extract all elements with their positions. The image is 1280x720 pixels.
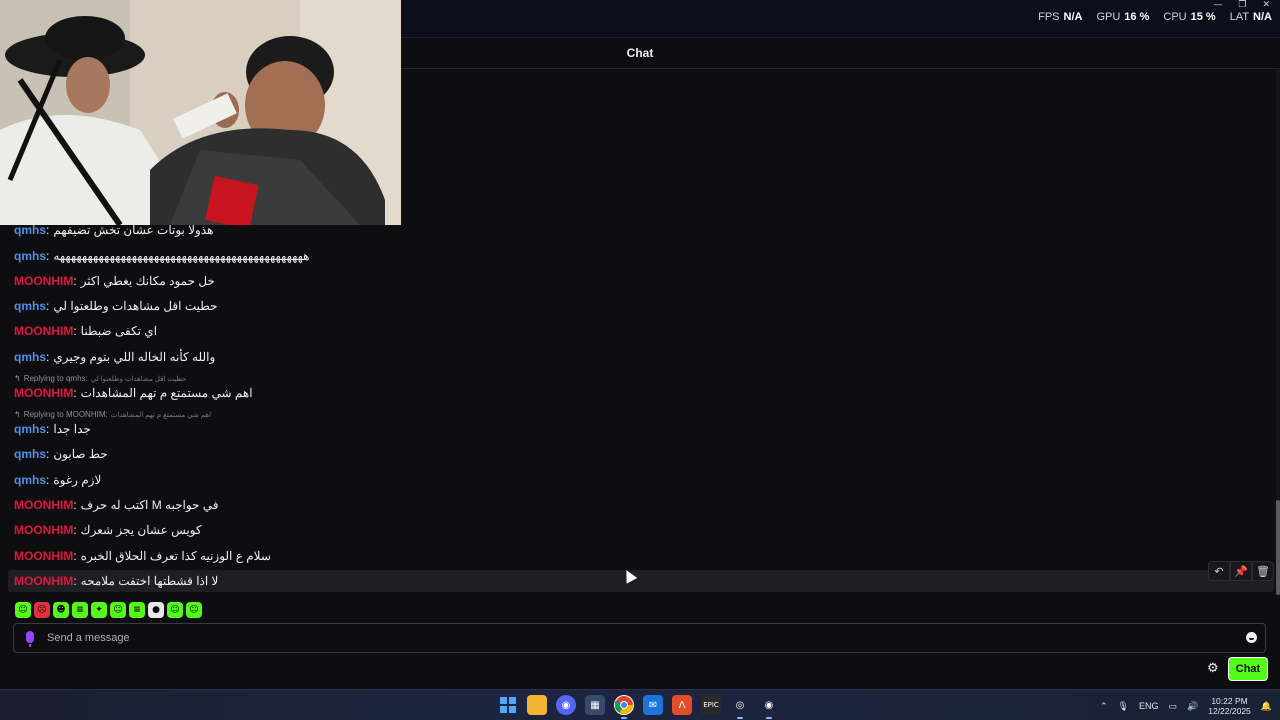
latency-stat: LAT N/A bbox=[1229, 11, 1272, 23]
emote-icon[interactable]: ☻ bbox=[53, 602, 69, 618]
message-text: هذولا بوتات عشان تخش تضيفهم bbox=[53, 223, 214, 237]
steelseries-icon[interactable]: ◎ bbox=[730, 695, 750, 719]
emote-icon[interactable]: ≡ bbox=[129, 602, 145, 618]
message-text: كويس عشان يجز شعرك bbox=[80, 523, 202, 537]
message-text: حط صابون bbox=[53, 447, 108, 461]
gear-icon[interactable]: ⚙ bbox=[1207, 662, 1221, 676]
fps-stat: FPS N/A bbox=[1038, 11, 1083, 23]
emote-icon[interactable]: ✦ bbox=[91, 602, 107, 618]
username[interactable]: qmhs bbox=[14, 473, 46, 487]
username[interactable]: MOONHIM bbox=[14, 574, 73, 588]
username[interactable]: qmhs bbox=[14, 350, 46, 364]
microphone-icon[interactable]: 🎙 bbox=[1118, 701, 1129, 712]
pin-icon[interactable]: 📌 bbox=[1230, 561, 1252, 581]
minimize-icon[interactable]: — bbox=[1213, 0, 1222, 10]
send-message-input[interactable] bbox=[47, 628, 1227, 648]
chat-message[interactable]: MOONHIM: اي تكفى ضبطنا bbox=[8, 320, 1274, 342]
clock-time: 10:22 PM bbox=[1211, 696, 1248, 706]
emote-icon[interactable]: ☺ bbox=[110, 602, 126, 618]
emote-icon[interactable]: ≡ bbox=[72, 602, 88, 618]
clock-date: 12/22/2025 bbox=[1208, 706, 1251, 716]
chat-message[interactable]: qmhs: لازم رغوة bbox=[8, 469, 1274, 491]
windows-start-icon[interactable] bbox=[498, 695, 518, 715]
chat-message[interactable]: qmhs: حطيت اقل مشاهدات وطلعتوا لي bbox=[8, 295, 1274, 317]
system-tray: ⌃ 🎙 ENG ▭ 🔊 10:22 PM 12/22/2025 🔔 bbox=[1100, 696, 1272, 716]
chat-scrollbar-thumb[interactable] bbox=[1276, 500, 1280, 595]
performance-stats: FPS N/A GPU 16 % CPU 15 % LAT N/A bbox=[1038, 11, 1272, 23]
username[interactable]: qmhs bbox=[14, 249, 46, 263]
username[interactable]: qmhs bbox=[14, 447, 46, 461]
username[interactable]: MOONHIM bbox=[14, 549, 73, 563]
store-icon[interactable]: ▦ bbox=[585, 695, 605, 715]
username[interactable]: qmhs bbox=[14, 299, 46, 313]
notification-icon[interactable]: 🔔 bbox=[1261, 701, 1272, 712]
message-text: هههههههههههههههههههههههههههههههههههههههه… bbox=[53, 249, 310, 263]
chat-message[interactable]: MOONHIM: في حواجبه M اكتب له حرف bbox=[8, 494, 1274, 516]
message-text: في حواجبه M اكتب له حرف bbox=[80, 498, 219, 512]
restore-icon[interactable]: ❐ bbox=[1238, 0, 1246, 10]
chevron-up-icon[interactable]: ⌃ bbox=[1100, 701, 1108, 712]
webcam-video-frame bbox=[0, 0, 401, 225]
message-text: لازم رغوة bbox=[53, 473, 102, 487]
message-text: حطيت اقل مشاهدات وطلعتوا لي bbox=[53, 299, 218, 313]
message-text: والله كأنه الخاله اللي بتوم وجيري bbox=[53, 350, 216, 364]
message-text: جدا جدا bbox=[53, 422, 91, 436]
obs-icon[interactable]: ◉ bbox=[759, 695, 779, 719]
microphone-icon[interactable] bbox=[26, 631, 34, 647]
chat-message[interactable]: qmhs: والله كأنه الخاله اللي بتوم وجيري bbox=[8, 346, 1274, 368]
gpu-stat: GPU 16 % bbox=[1096, 11, 1150, 23]
reply-icon[interactable]: ↶ bbox=[1208, 561, 1230, 581]
chat-message[interactable]: qmhs: حط صابون bbox=[8, 443, 1274, 465]
username[interactable]: MOONHIM bbox=[14, 324, 73, 338]
emote-icon[interactable]: ☺ bbox=[15, 602, 31, 618]
chat-message-hovered[interactable]: MOONHIM: لا اذا قشطتها اختفت ملامحه bbox=[8, 570, 1274, 592]
username[interactable]: qmhs bbox=[14, 223, 46, 237]
chat-message[interactable]: MOONHIM: كويس عشان يجز شعرك bbox=[8, 519, 1274, 541]
emote-icon[interactable]: ☹ bbox=[34, 602, 50, 618]
clock[interactable]: 10:22 PM 12/22/2025 bbox=[1208, 696, 1251, 716]
message-text: اي تكفى ضبطنا bbox=[80, 324, 158, 338]
chrome-icon[interactable] bbox=[614, 695, 634, 719]
username[interactable]: qmhs bbox=[14, 422, 46, 436]
message-actions: ↶ 📌 🗑 bbox=[1208, 561, 1274, 581]
webcam-overlay bbox=[0, 0, 401, 225]
chat-message[interactable]: qmhs: ههههههههههههههههههههههههههههههههههه… bbox=[8, 245, 1274, 267]
username[interactable]: MOONHIM bbox=[14, 498, 73, 512]
taskbar-apps: ◉ ▦ ✉ Λ EPIC ◎ ◉ bbox=[498, 695, 779, 719]
send-chat-button[interactable]: Chat bbox=[1228, 657, 1268, 681]
close-icon[interactable]: ✕ bbox=[1262, 0, 1270, 10]
cpu-stat: CPU 15 % bbox=[1163, 11, 1216, 23]
speaker-icon[interactable]: 🔊 bbox=[1187, 701, 1198, 712]
emote-icon[interactable]: ☺ bbox=[186, 602, 202, 618]
mail-icon[interactable]: ✉ bbox=[643, 695, 663, 715]
language-indicator[interactable]: ENG bbox=[1139, 701, 1159, 711]
message-text: لا اذا قشطتها اختفت ملامحه bbox=[80, 574, 219, 588]
username[interactable]: MOONHIM bbox=[14, 274, 73, 288]
discord-icon[interactable]: ◉ bbox=[556, 695, 576, 715]
chat-message[interactable]: qmhs: جدا جدا bbox=[8, 418, 1274, 440]
network-icon[interactable]: ▭ bbox=[1169, 701, 1178, 712]
file-explorer-icon[interactable] bbox=[527, 695, 547, 715]
message-text: سلام ع الوزنيه كذا تعرف الحلاق الخبره bbox=[80, 549, 271, 563]
window-controls: — ❐ ✕ bbox=[1213, 0, 1270, 10]
emoji-icon[interactable] bbox=[1246, 632, 1257, 643]
message-input-box bbox=[13, 623, 1266, 653]
epic-games-icon[interactable]: EPIC bbox=[701, 695, 721, 715]
emote-icon[interactable]: ☺ bbox=[167, 602, 183, 618]
delete-icon[interactable]: 🗑 bbox=[1252, 561, 1274, 581]
chat-message[interactable]: MOONHIM: اهم شي مستمتع م تهم المشاهدات bbox=[8, 382, 1274, 404]
username[interactable]: MOONHIM bbox=[14, 386, 73, 400]
message-text: خل حمود مكانك يغطي اكثر bbox=[80, 274, 215, 288]
chat-message[interactable]: MOONHIM: خل حمود مكانك يغطي اكثر bbox=[8, 270, 1274, 292]
chat-message[interactable]: MOONHIM: سلام ع الوزنيه كذا تعرف الحلاق ا… bbox=[8, 545, 1274, 567]
windows-taskbar: ◉ ▦ ✉ Λ EPIC ◎ ◉ ⌃ 🎙 ENG ▭ 🔊 10:22 PM 12… bbox=[0, 689, 1280, 720]
username[interactable]: MOONHIM bbox=[14, 523, 73, 537]
emote-icon[interactable]: ● bbox=[148, 602, 164, 618]
app-icon[interactable]: Λ bbox=[672, 695, 692, 715]
message-text: اهم شي مستمتع م تهم المشاهدات bbox=[80, 386, 253, 400]
emote-bar: ☺ ☹ ☻ ≡ ✦ ☺ ≡ ● ☺ ☺ bbox=[15, 602, 202, 618]
